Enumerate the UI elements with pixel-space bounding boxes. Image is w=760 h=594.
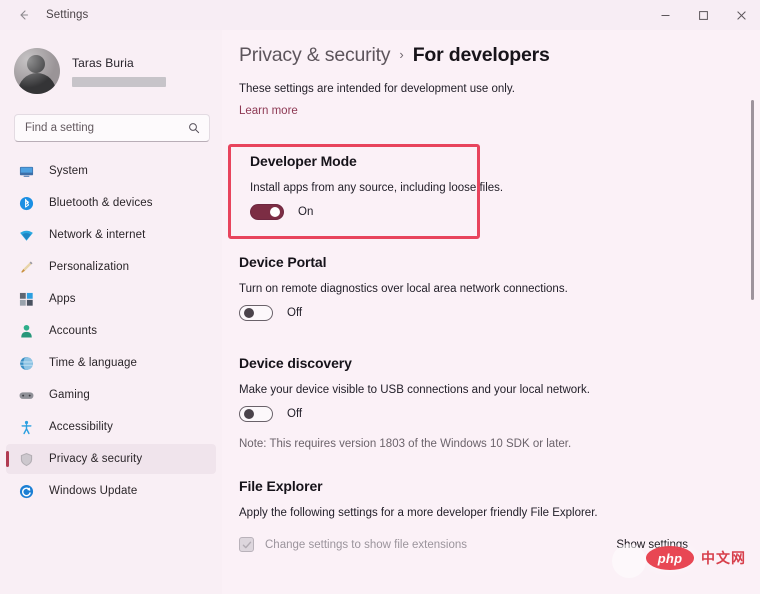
watermark-suffix: 中文网: [701, 548, 746, 568]
toggle-state-label: Off: [287, 307, 302, 319]
section-file-explorer: File Explorer Apply the following settin…: [239, 478, 732, 552]
close-icon[interactable]: [722, 0, 760, 30]
developer-mode-toggle[interactable]: [250, 204, 284, 220]
sidebar-item-label: Accounts: [49, 325, 97, 337]
section-device-discovery: Device discovery Make your device visibl…: [239, 355, 732, 450]
sidebar-item-accessibility[interactable]: Accessibility: [6, 412, 216, 442]
sidebar-item-accounts[interactable]: Accounts: [6, 316, 216, 346]
section-title: Developer Mode: [250, 153, 732, 169]
sidebar-item-label: Apps: [49, 293, 76, 305]
checkmark-icon[interactable]: [239, 537, 254, 552]
gamepad-icon: [18, 387, 35, 404]
sidebar: Taras Buria: [0, 30, 222, 594]
sidebar-item-gaming[interactable]: Gaming: [6, 380, 216, 410]
section-device-portal: Device Portal Turn on remote diagnostics…: [239, 254, 732, 321]
title-bar: Settings: [0, 0, 760, 30]
clock-globe-icon: [18, 355, 35, 372]
main-content: Privacy & security › For developers Thes…: [222, 30, 760, 594]
section-description: Make your device visible to USB connecti…: [239, 384, 732, 396]
sidebar-item-label: System: [49, 165, 88, 177]
sidebar-item-time-language[interactable]: Time & language: [6, 348, 216, 378]
profile-email-redacted: [72, 77, 166, 87]
sidebar-item-privacy-security[interactable]: Privacy & security: [6, 444, 216, 474]
minimize-icon[interactable]: [646, 0, 684, 30]
user-profile[interactable]: Taras Buria: [0, 38, 222, 100]
device-portal-toggle-row: Off: [239, 305, 732, 321]
device-discovery-toggle[interactable]: [239, 406, 273, 422]
watermark-ghost-icon: [612, 544, 646, 578]
back-arrow-icon[interactable]: [8, 2, 38, 28]
shield-icon: [18, 451, 35, 468]
search-box[interactable]: [14, 114, 210, 142]
page-title: For developers: [413, 44, 550, 67]
device-portal-toggle[interactable]: [239, 305, 273, 321]
section-developer-mode: Developer Mode Install apps from any sou…: [239, 153, 732, 220]
bluetooth-icon: [18, 195, 35, 212]
sidebar-nav: System Bluetooth & devices: [0, 156, 222, 506]
app-title: Settings: [46, 9, 88, 21]
maximize-icon[interactable]: [684, 0, 722, 30]
search-icon: [188, 122, 200, 134]
section-description: Install apps from any source, including …: [250, 182, 732, 194]
search-input[interactable]: [15, 122, 180, 134]
sidebar-item-label: Network & internet: [49, 229, 145, 241]
watermark: php 中文网: [646, 546, 746, 570]
sidebar-item-label: Bluetooth & devices: [49, 197, 153, 209]
accessibility-icon: [18, 419, 35, 436]
sidebar-item-label: Privacy & security: [49, 453, 142, 465]
section-title: File Explorer: [239, 478, 732, 494]
sidebar-item-label: Gaming: [49, 389, 90, 401]
profile-name: Taras Buria: [72, 56, 166, 70]
sidebar-item-windows-update[interactable]: Windows Update: [6, 476, 216, 506]
avatar: [14, 48, 60, 94]
watermark-logo: php: [646, 546, 694, 570]
watermark-brand: php: [658, 551, 682, 566]
file-extensions-label: Change settings to show file extensions: [265, 539, 467, 551]
device-discovery-toggle-row: Off: [239, 406, 732, 422]
sidebar-item-label: Time & language: [49, 357, 137, 369]
sidebar-item-network-internet[interactable]: Network & internet: [6, 220, 216, 250]
sidebar-item-label: Personalization: [49, 261, 129, 273]
intro-text: These settings are intended for developm…: [239, 83, 732, 95]
apps-grid-icon: [18, 291, 35, 308]
window-controls: [646, 0, 760, 30]
section-title: Device discovery: [239, 355, 732, 371]
sidebar-item-bluetooth-devices[interactable]: Bluetooth & devices: [6, 188, 216, 218]
section-description: Apply the following settings for a more …: [239, 507, 732, 519]
learn-more-link[interactable]: Learn more: [239, 105, 298, 117]
monitor-icon: [18, 163, 35, 180]
sidebar-item-apps[interactable]: Apps: [6, 284, 216, 314]
sidebar-item-label: Windows Update: [49, 485, 137, 497]
paintbrush-icon: [18, 259, 35, 276]
search-container: [0, 100, 222, 142]
scrollbar-thumb[interactable]: [751, 100, 754, 300]
sdk-note: Note: This requires version 1803 of the …: [239, 438, 732, 450]
section-description: Turn on remote diagnostics over local ar…: [239, 283, 732, 295]
sidebar-item-personalization[interactable]: Personalization: [6, 252, 216, 282]
main-scrollbar[interactable]: [748, 34, 757, 586]
toggle-state-label: On: [298, 206, 313, 218]
section-title: Device Portal: [239, 254, 732, 270]
developer-mode-toggle-row: On: [250, 204, 732, 220]
breadcrumb-parent[interactable]: Privacy & security: [239, 44, 390, 67]
sidebar-item-system[interactable]: System: [6, 156, 216, 186]
update-refresh-icon: [18, 483, 35, 500]
person-icon: [18, 323, 35, 340]
wifi-icon: [18, 227, 35, 244]
sidebar-item-label: Accessibility: [49, 421, 113, 433]
toggle-state-label: Off: [287, 408, 302, 420]
chevron-right-icon: ›: [399, 47, 403, 62]
breadcrumb: Privacy & security › For developers: [239, 44, 732, 67]
settings-window: Settings: [0, 0, 760, 594]
